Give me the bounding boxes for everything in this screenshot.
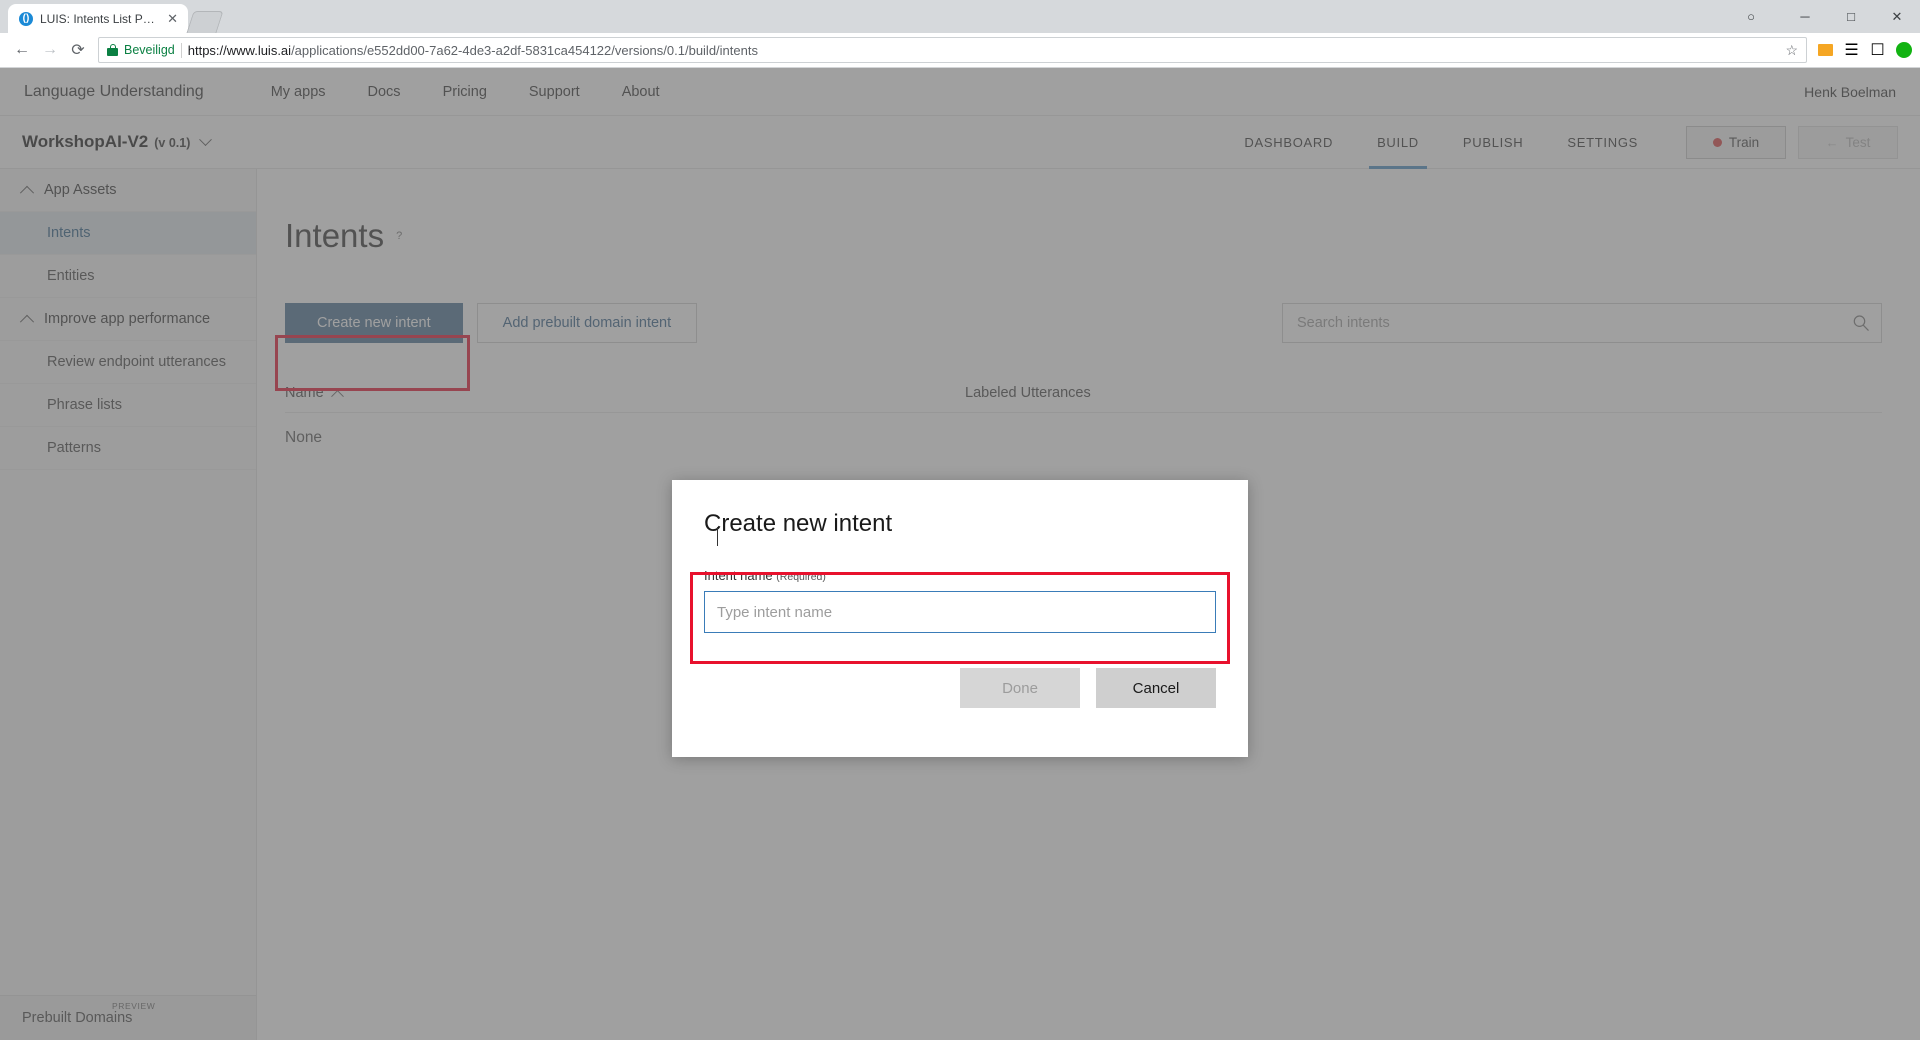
extension-layers-icon[interactable]: ☰ (1843, 42, 1860, 59)
browser-omnibar: ← → ⟳ Beveiligd https://www.luis.ai/appl… (0, 33, 1920, 68)
forward-icon: → (42, 41, 58, 58)
lock-icon (107, 44, 118, 56)
url-path: /applications/e552dd00-7a62-4de3-a2df-58… (291, 42, 758, 58)
extension-orange-icon[interactable] (1817, 42, 1834, 59)
create-intent-dialog: Create new intent Intent name (Required)… (672, 480, 1248, 757)
window-close-button[interactable]: ✕ (1874, 0, 1920, 33)
luis-favicon-icon: () (19, 11, 33, 26)
extension-card-icon[interactable]: ☐ (1869, 42, 1886, 59)
url-host: https://www.luis.ai (187, 42, 292, 58)
cancel-button[interactable]: Cancel (1096, 668, 1216, 708)
required-marker: (Required) (776, 571, 826, 583)
maximize-button[interactable]: □ (1828, 0, 1874, 33)
divider (180, 42, 182, 58)
extension-green-icon[interactable] (1895, 42, 1912, 59)
intent-name-label: Intent name (Required) (704, 568, 1216, 583)
close-icon[interactable]: ✕ (165, 12, 180, 25)
back-icon[interactable]: ← (8, 36, 36, 64)
done-button[interactable]: Done (960, 668, 1080, 708)
intent-name-input[interactable] (704, 591, 1216, 633)
browser-tab[interactable]: () LUIS: Intents List Page ✕ (8, 4, 188, 33)
dialog-actions: Done Cancel (704, 668, 1216, 708)
account-icon[interactable]: ○ (1728, 0, 1774, 33)
minimize-button[interactable]: ─ (1782, 0, 1828, 33)
address-url: https://www.luis.ai/applications/e552dd0… (188, 43, 758, 58)
browser-tabstrip: () LUIS: Intents List Page ✕ ○ ─ □ ✕ (0, 0, 1920, 33)
reload-icon[interactable]: ⟳ (64, 36, 92, 64)
browser-tab-title: LUIS: Intents List Page (40, 11, 159, 26)
browser-window: () LUIS: Intents List Page ✕ ○ ─ □ ✕ ← →… (0, 0, 1920, 1040)
page-viewport: Language Understanding My apps Docs Pric… (0, 68, 1920, 1040)
address-bar[interactable]: Beveiligd https://www.luis.ai/applicatio… (98, 37, 1807, 63)
new-tab-button[interactable] (186, 11, 224, 33)
intent-name-label-text: Intent name (704, 568, 773, 583)
security-label: Beveiligd (124, 43, 175, 57)
window-controls: ○ ─ □ ✕ (1728, 0, 1920, 33)
dialog-title: Create new intent (704, 510, 893, 537)
extension-icons: ☰ ☐ (1807, 42, 1912, 59)
text-cursor (717, 527, 718, 546)
bookmark-star-icon[interactable]: ☆ (1779, 42, 1798, 59)
